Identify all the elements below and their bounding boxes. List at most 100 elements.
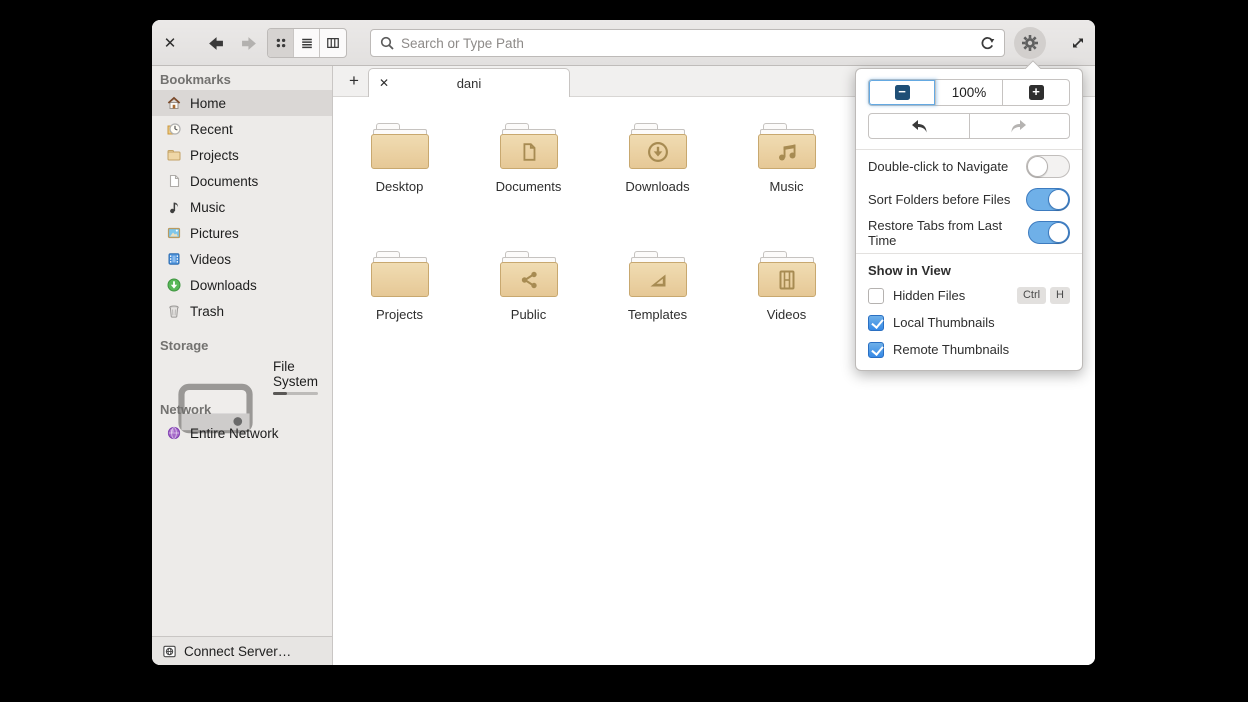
popover-arrow [1023,60,1041,69]
folder-label: Videos [766,307,807,322]
sidebar-item-projects[interactable]: Projects [152,142,332,168]
folder-label: Downloads [625,179,690,194]
remote-thumbnails-row[interactable]: Remote Thumbnails [856,336,1082,363]
folder-downloads[interactable]: Downloads [593,97,722,225]
folder-icon [499,251,558,297]
grid-view-icon [276,38,285,48]
settings-menu-button[interactable] [1014,27,1046,59]
view-switcher [267,28,347,58]
connect-server-button[interactable]: Connect Server… [152,636,332,665]
sidebar-item-music[interactable]: Music [152,194,332,220]
storage-header: Storage [160,338,209,353]
download-glyph-icon [647,141,668,162]
zoom-control: − 100% + [868,79,1070,106]
toggle-row-restore-tabs: Restore Tabs from Last Time [856,216,1082,249]
film-glyph-icon [779,270,794,289]
sidebar-item-label: Projects [190,147,239,163]
folder-label: Music [769,179,804,194]
sidebar-item-label: Downloads [190,277,257,293]
back-button[interactable] [202,27,228,59]
hidden-files-checkbox[interactable] [868,287,884,304]
checkbox-label: Local Thumbnails [893,315,995,330]
undo-redo-control [868,113,1070,139]
path-search-field[interactable] [370,29,1005,57]
trash-icon [169,305,179,318]
music-glyph-icon [778,144,795,160]
folder-label: Public [510,307,547,322]
tab-title: dani [456,75,482,91]
zoom-out-button[interactable]: − [869,80,936,105]
folder-grid: Desktop Documents Downloads Music Projec… [335,97,851,353]
sidebar-item-trash[interactable]: Trash [152,298,332,324]
local-thumbnails-checkbox[interactable] [868,314,884,331]
sidebar-item-label: Home [190,95,227,111]
list-view-button[interactable] [294,29,320,57]
zoom-level: 100% [936,80,1003,105]
folder-videos[interactable]: Videos [722,225,851,353]
connect-server-icon [163,645,176,657]
hidden-files-row[interactable]: Hidden Files Ctrl H [856,282,1082,309]
folder-projects[interactable]: Projects [335,225,464,353]
sidebar-item-label: Music [190,199,226,215]
sort-folders-toggle[interactable] [1026,188,1070,211]
document-icon [169,174,180,188]
undo-icon [911,120,927,133]
new-tab-button[interactable]: + [341,66,367,96]
zoom-in-button[interactable]: + [1003,80,1069,105]
toggle-label: Restore Tabs from Last Time [868,217,1003,248]
sidebar-item-label: File System [273,359,319,389]
refresh-icon[interactable] [979,35,996,52]
local-thumbnails-row[interactable]: Local Thumbnails [856,309,1082,336]
folder-icon [370,123,429,169]
expand-icon [1073,38,1083,48]
undo-button[interactable] [869,114,970,138]
sidebar-item-label: Entire Network [190,425,279,441]
folder-icon [167,150,181,161]
window-close-button[interactable]: ✕ [158,27,182,59]
sidebar-item-home[interactable]: Home [152,90,332,116]
forward-button[interactable] [236,27,262,59]
back-arrow-icon [208,36,223,50]
sidebar-item-file-system[interactable]: File System [152,356,332,434]
video-icon [168,253,180,265]
recent-clock-icon [167,123,181,135]
kbd-h: H [1050,287,1070,304]
home-icon [167,96,181,109]
document-glyph-icon [523,142,535,161]
folder-documents[interactable]: Documents [464,97,593,225]
sidebar-item-videos[interactable]: Videos [152,246,332,272]
music-note-icon [170,202,178,214]
folder-templates[interactable]: Templates [593,225,722,353]
forward-arrow-icon [241,36,256,50]
sidebar-item-downloads[interactable]: Downloads [152,272,332,298]
folder-public[interactable]: Public [464,225,593,353]
search-input[interactable] [401,35,979,51]
remote-thumbnails-checkbox[interactable] [868,341,884,358]
folder-desktop[interactable]: Desktop [335,97,464,225]
gear-icon [1022,35,1038,51]
sidebar-item-documents[interactable]: Documents [152,168,332,194]
tab-dani[interactable]: ✕ dani [368,68,570,97]
redo-icon [1011,120,1027,133]
kbd-ctrl: Ctrl [1016,287,1047,304]
column-view-button[interactable] [320,29,346,57]
folder-music[interactable]: Music [722,97,851,225]
set-square-glyph-icon [650,274,665,286]
sidebar-item-label: Documents [190,173,259,189]
redo-button[interactable] [970,114,1070,138]
checkbox-label: Hidden Files [893,288,966,303]
sidebar-item-pictures[interactable]: Pictures [152,220,332,246]
zoom-out-icon: − [894,85,910,100]
disk-usage-bar [273,392,318,395]
restore-tabs-toggle[interactable] [1027,221,1070,244]
sidebar-item-recent[interactable]: Recent [152,116,332,142]
folder-label: Desktop [375,179,424,194]
sidebar-item-label: Recent [190,121,233,137]
sidebar-item-label: Trash [190,303,225,319]
double-click-toggle[interactable] [1026,155,1070,178]
fullscreen-button[interactable] [1062,27,1094,59]
share-glyph-icon [521,271,537,288]
tab-close-button[interactable]: ✕ [369,76,399,90]
grid-view-button[interactable] [268,29,294,57]
download-icon [167,278,181,292]
